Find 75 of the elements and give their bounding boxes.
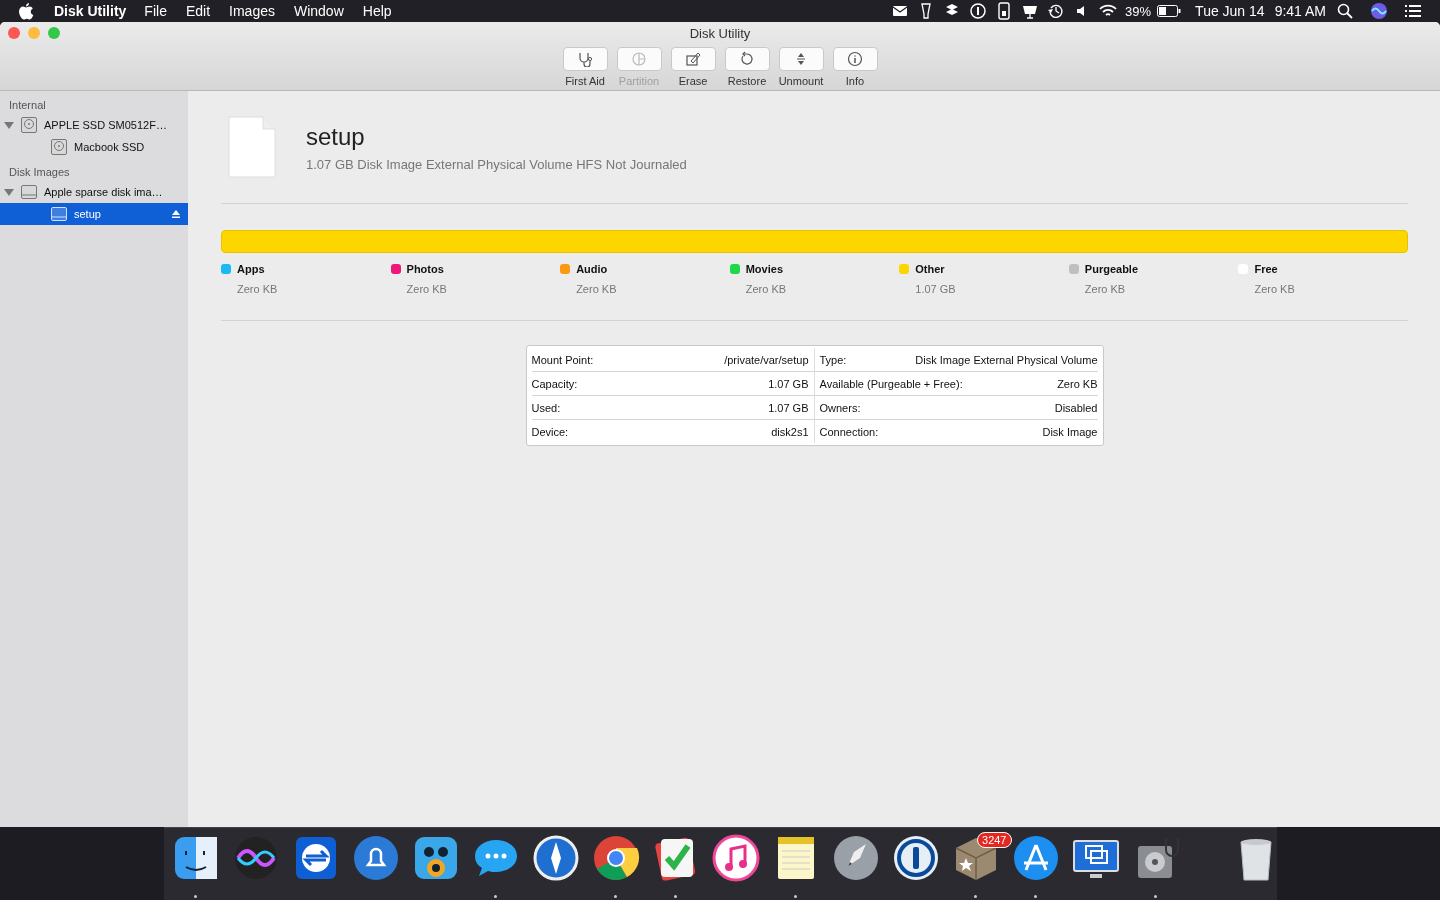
hard-drive-icon: [20, 116, 38, 134]
legend-label: Other: [915, 263, 945, 275]
info-value: disk2s1: [771, 425, 809, 438]
keyhole-circle-icon[interactable]: [891, 834, 940, 882]
sidebar-item[interactable]: APPLE SSD SM0512F…: [0, 114, 188, 136]
legend-label: Movies: [745, 263, 783, 275]
pie-chart-icon: [630, 51, 648, 67]
info-icon: [846, 51, 864, 67]
keyhole-circle-icon[interactable]: [969, 2, 988, 20]
legend-label: Apps: [237, 263, 265, 275]
menu-bar-time[interactable]: 9:41 AM: [1274, 3, 1326, 19]
search-icon[interactable]: [1336, 2, 1354, 20]
pencil-pad-icon: [684, 51, 702, 67]
info-value: 1.07 GB: [768, 377, 809, 390]
sidebar-section-title: Internal: [8, 98, 47, 113]
legend-value: Zero KB: [1254, 283, 1295, 295]
battery-percent: 39%: [1125, 3, 1152, 19]
music-note-icon[interactable]: [711, 834, 760, 882]
info-value: Disk Image External Physical Volume: [915, 353, 1098, 366]
menu-item[interactable]: File: [144, 3, 167, 19]
legend-label: Audio: [576, 263, 608, 275]
info-value: /private/var/setup: [724, 353, 809, 366]
notification-badge: 3247: [977, 832, 1012, 848]
info-value: Disabled: [1054, 401, 1098, 414]
info-value: 1.07 GB: [768, 401, 809, 414]
sidebar-item[interactable]: setup: [0, 203, 188, 225]
sidebar-item[interactable]: Apple sparse disk ima…: [0, 181, 188, 203]
legend-label: Photos: [406, 263, 444, 275]
sidebar-item[interactable]: Macbook SSD: [0, 136, 188, 158]
hard-drive-icon: [50, 138, 68, 156]
info-value: Zero KB: [1057, 377, 1098, 390]
info-label: Used:: [531, 401, 561, 414]
info-label: Available (Purgeable + Free):: [819, 377, 963, 390]
battery-icon[interactable]: [1157, 5, 1182, 17]
info-label: Owners:: [819, 401, 861, 414]
swirl-circle-icon[interactable]: [1370, 2, 1388, 20]
list-icon[interactable]: [1404, 2, 1422, 20]
legend-value: Zero KB: [1084, 283, 1126, 295]
app-menu[interactable]: Disk Utility: [54, 3, 127, 19]
drive-icon: [50, 205, 68, 223]
legend-value: Zero KB: [406, 283, 447, 295]
info-label: Connection:: [819, 425, 879, 438]
legend-label: Purgeable: [1084, 263, 1139, 275]
compass-icon[interactable]: [531, 834, 580, 882]
legend-label: Free: [1254, 263, 1278, 275]
bell-icon[interactable]: [351, 834, 400, 882]
disclosure-triangle-icon[interactable]: [4, 120, 14, 130]
info-label: Device:: [531, 425, 569, 438]
info-label: Type:: [819, 353, 847, 366]
menu-item[interactable]: Window: [293, 3, 344, 19]
document-icon: [228, 116, 276, 178]
clock-arrow-icon[interactable]: [1047, 2, 1066, 20]
circular-arrow-icon: [738, 51, 756, 67]
close-button[interactable]: [8, 27, 20, 39]
window-title: Disk Utility: [689, 26, 751, 41]
eject-icon[interactable]: [171, 209, 181, 219]
drive-icon: [20, 183, 38, 201]
stethoscope-icon: [576, 51, 594, 67]
info-value: Disk Image: [1042, 425, 1098, 438]
sidebar-section-title: Disk Images: [8, 165, 71, 180]
info-label: Capacity:: [531, 377, 578, 390]
volume-description: 1.07 GB Disk Image External Physical Volume HFS Not Journaled: [306, 156, 687, 172]
legend-value: Zero KB: [745, 283, 787, 295]
legend-value: 1.07 GB: [915, 283, 956, 295]
volume-name: setup: [306, 122, 366, 151]
disclosure-triangle-icon[interactable]: [4, 187, 14, 197]
ring-circle-icon[interactable]: [591, 834, 640, 882]
legend-value: Zero KB: [576, 283, 617, 295]
menu-item[interactable]: Help: [362, 3, 392, 19]
menu-bar-date[interactable]: Tue Jun 14: [1195, 3, 1265, 19]
apple-logo-icon[interactable]: [18, 2, 34, 20]
menu-item[interactable]: Edit: [185, 3, 211, 19]
legend-value: Zero KB: [237, 283, 278, 295]
info-label: Mount Point:: [531, 353, 594, 366]
menu-item[interactable]: Images: [229, 3, 275, 19]
